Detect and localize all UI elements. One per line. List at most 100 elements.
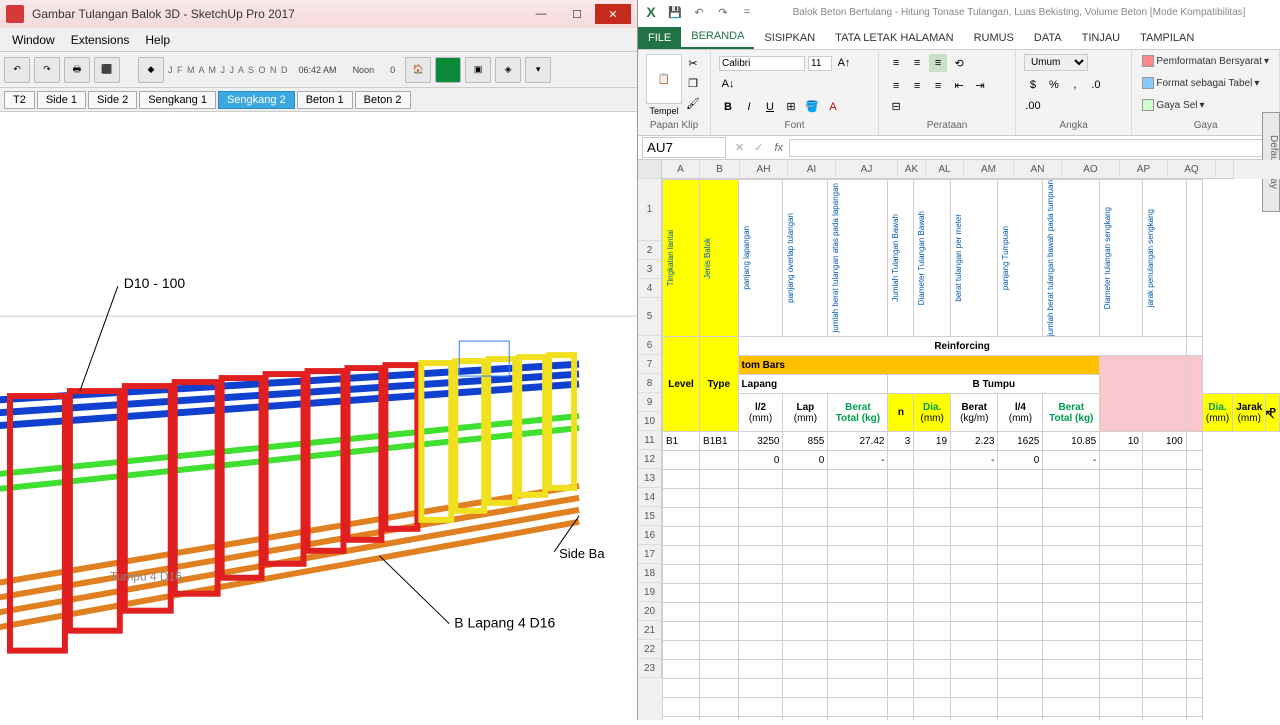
cell[interactable] [914, 641, 951, 660]
row-header[interactable]: 13 [638, 469, 662, 488]
cell[interactable] [1043, 698, 1100, 717]
cell[interactable] [783, 679, 828, 698]
row-header[interactable]: 18 [638, 564, 662, 583]
cell[interactable] [1142, 565, 1186, 584]
increase-font-icon[interactable]: A↑ [835, 54, 853, 72]
cell[interactable] [914, 603, 951, 622]
cell[interactable] [700, 622, 739, 641]
name-box[interactable] [642, 137, 726, 158]
cell[interactable]: Jenis Balok [700, 180, 739, 337]
cell[interactable] [1100, 527, 1143, 546]
col-header[interactable]: AO [1062, 160, 1120, 179]
cell[interactable] [738, 679, 783, 698]
align-bot-icon[interactable]: ≡ [929, 54, 947, 72]
cell[interactable] [888, 641, 914, 660]
number-format[interactable]: Umum [1024, 54, 1088, 71]
cell[interactable]: 2.23 [951, 432, 998, 451]
cell[interactable] [1043, 641, 1100, 660]
cell[interactable] [828, 584, 888, 603]
cell[interactable] [914, 565, 951, 584]
cell[interactable] [828, 679, 888, 698]
enter-icon[interactable]: ✓ [749, 141, 768, 154]
align-left-icon[interactable]: ≡ [887, 77, 905, 95]
cell[interactable] [738, 660, 783, 679]
cell[interactable] [1186, 584, 1202, 603]
comma-icon[interactable]: , [1066, 76, 1084, 94]
cell[interactable] [663, 489, 700, 508]
cell[interactable]: jumlah berat tulangan atas pada lapangan [828, 180, 888, 337]
cell[interactable] [700, 641, 739, 660]
cell[interactable] [700, 679, 739, 698]
cell[interactable] [700, 451, 739, 470]
cell[interactable] [663, 470, 700, 489]
cell[interactable] [828, 470, 888, 489]
decrease-font-icon[interactable]: A↓ [719, 75, 737, 93]
cell[interactable] [1043, 508, 1100, 527]
cell[interactable]: Jumlah Tulangan Bawah [888, 180, 914, 337]
minimize-button[interactable]: — [523, 4, 559, 24]
row-header[interactable]: 16 [638, 526, 662, 545]
font-size[interactable] [808, 56, 832, 71]
cell[interactable] [1186, 660, 1202, 679]
cell[interactable] [998, 565, 1043, 584]
cell[interactable] [1142, 660, 1186, 679]
indent-dec-icon[interactable]: ⇤ [950, 77, 968, 95]
cell[interactable] [1186, 717, 1202, 720]
cell[interactable]: 100 [1142, 432, 1186, 451]
row-header[interactable]: 20 [638, 602, 662, 621]
cancel-icon[interactable]: ✕ [730, 141, 749, 154]
row-header[interactable]: 11 [638, 431, 662, 450]
cell[interactable] [783, 527, 828, 546]
cell[interactable] [1100, 451, 1143, 470]
cell[interactable] [663, 717, 700, 720]
align-right-icon[interactable]: ≡ [929, 77, 947, 95]
cell[interactable] [783, 622, 828, 641]
cell[interactable] [1186, 356, 1202, 432]
cell[interactable] [700, 698, 739, 717]
tab-sisipkan[interactable]: SISIPKAN [754, 27, 825, 49]
cell[interactable]: panjang Tumpuan [998, 180, 1043, 337]
col-header[interactable]: AQ [1168, 160, 1216, 179]
cell[interactable] [1100, 565, 1143, 584]
cell[interactable] [1186, 622, 1202, 641]
cell[interactable] [738, 603, 783, 622]
cell[interactable]: 0 [783, 451, 828, 470]
cell[interactable] [1043, 679, 1100, 698]
cell[interactable] [1186, 698, 1202, 717]
cell[interactable]: n [888, 394, 914, 432]
row-header[interactable]: 14 [638, 488, 662, 507]
cell[interactable]: tom Bars [738, 356, 1100, 375]
cell[interactable] [738, 717, 783, 720]
cell[interactable] [1142, 546, 1186, 565]
cell[interactable] [951, 565, 998, 584]
row-header[interactable]: 1 [638, 179, 662, 241]
merge-icon[interactable]: ⊟ [887, 98, 905, 116]
cell[interactable] [828, 489, 888, 508]
save-icon[interactable]: 💾 [666, 3, 684, 21]
cell[interactable] [998, 698, 1043, 717]
tab-beranda[interactable]: BERANDA [681, 25, 754, 49]
cell[interactable] [663, 508, 700, 527]
cell[interactable] [998, 641, 1043, 660]
cell[interactable]: jumlah berat tulangan bawah pada tumpuan [1043, 180, 1100, 337]
cell[interactable] [783, 470, 828, 489]
cell[interactable] [738, 622, 783, 641]
row-header[interactable]: 2 [638, 241, 662, 260]
align-top-icon[interactable]: ≡ [887, 54, 905, 72]
underline-button[interactable]: U [761, 98, 779, 116]
cell[interactable] [783, 508, 828, 527]
cell[interactable]: 3250 [738, 432, 783, 451]
cell[interactable] [914, 679, 951, 698]
cell[interactable] [1142, 603, 1186, 622]
tab-tampilan[interactable]: TAMPILAN [1130, 27, 1204, 49]
cut-icon[interactable]: ✂ [684, 54, 702, 72]
cell[interactable] [951, 603, 998, 622]
cell[interactable] [951, 527, 998, 546]
tab-t2[interactable]: T2 [4, 91, 35, 109]
cell[interactable] [738, 546, 783, 565]
menu-help[interactable]: Help [137, 33, 178, 47]
cell[interactable] [1142, 717, 1186, 720]
cell[interactable] [1043, 584, 1100, 603]
cell[interactable]: 19 [914, 432, 951, 451]
cell[interactable] [888, 508, 914, 527]
